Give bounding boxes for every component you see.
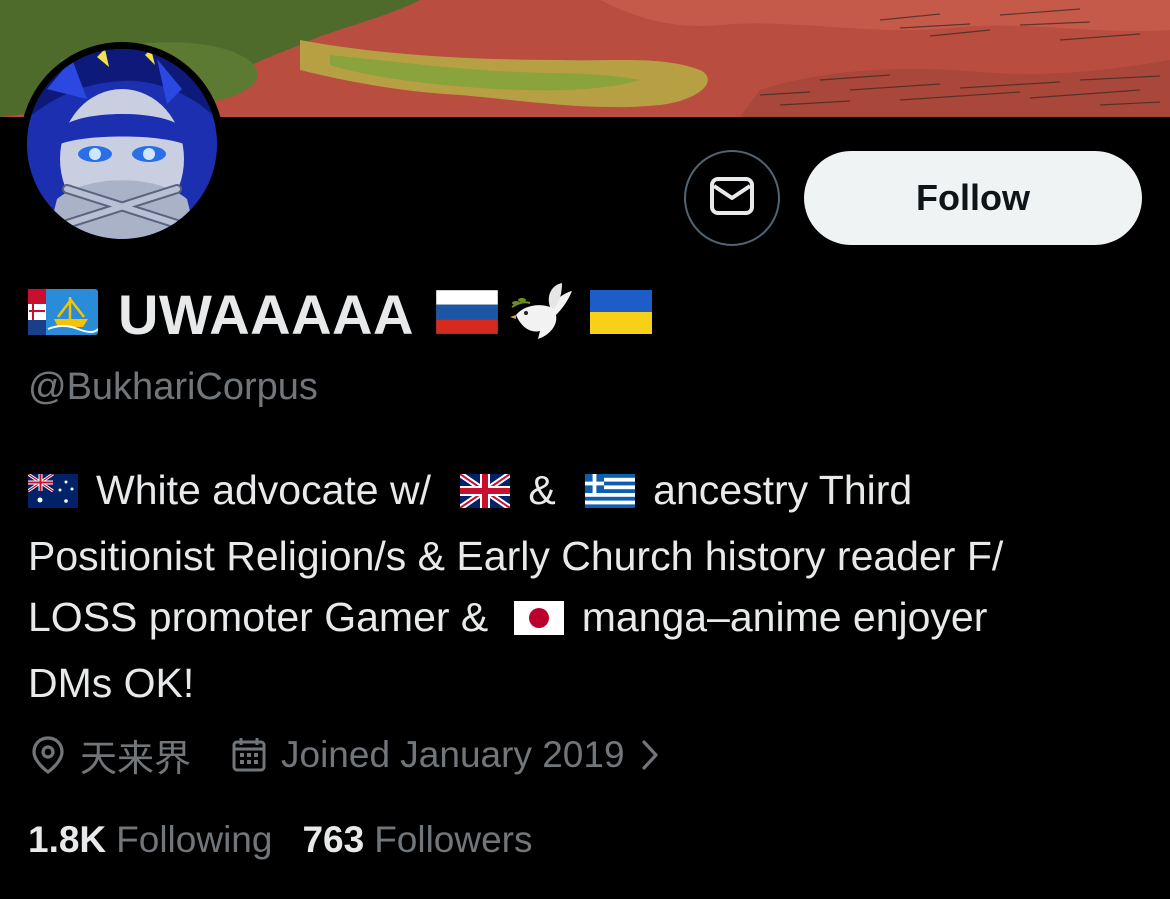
display-name: UWAAAAA (118, 282, 414, 346)
bio-text: White advocate w/ (96, 467, 431, 513)
chevron-right-icon[interactable] (641, 739, 659, 771)
user-handle: @BukhariCorpus (28, 366, 318, 408)
saint-pierre-miquelon-flag-icon (28, 288, 99, 340)
mail-icon (709, 176, 755, 221)
australia-flag-icon (27, 464, 78, 526)
following-label: Following (116, 819, 273, 860)
bio-line: LOSS promoter Gamer & manga–anime enjoye… (28, 587, 1138, 653)
bio-text: LOSS promoter Gamer & (28, 594, 489, 640)
followers-count: 763 (302, 819, 365, 860)
bio-line: DMs OK! (28, 659, 195, 706)
following-link[interactable]: 1.8K Following (28, 819, 272, 861)
profile-stats: 1.8K Following 763 Followers (28, 815, 533, 865)
following-count: 1.8K (28, 819, 107, 860)
ukraine-flag-icon (589, 289, 652, 339)
message-button[interactable] (684, 150, 780, 246)
follow-button[interactable]: Follow (804, 151, 1142, 245)
uk-flag-icon (458, 464, 513, 526)
russia-flag-icon (435, 289, 499, 339)
calendar-icon (231, 737, 267, 773)
bio-line: Positionist Religion/s & Early Church hi… (28, 532, 1004, 579)
bio-text: manga–anime enjoyer (581, 594, 988, 640)
bio-line: White advocate w/ & ancestry Third (27, 460, 1138, 526)
display-name-row: UWAAAAA (28, 282, 652, 346)
avatar[interactable] (20, 42, 224, 246)
joined-date: Joined January 2019 (281, 734, 625, 775)
japan-flag-icon (513, 591, 564, 653)
greece-flag-icon (585, 464, 636, 526)
location-text: 天来界 (80, 738, 191, 779)
followers-link[interactable]: 763 Followers (302, 819, 532, 861)
dove-icon (509, 281, 576, 348)
profile-meta: 天来界 Joined January 2019 (30, 730, 659, 780)
location-pin-icon (30, 735, 66, 775)
profile-bio: White advocate w/ & ancestry Third Posit… (27, 460, 1138, 714)
avatar-image (27, 49, 217, 239)
bio-text: ancestry Third (653, 467, 913, 513)
bio-text: & (528, 467, 556, 513)
followers-label: Followers (374, 819, 533, 860)
